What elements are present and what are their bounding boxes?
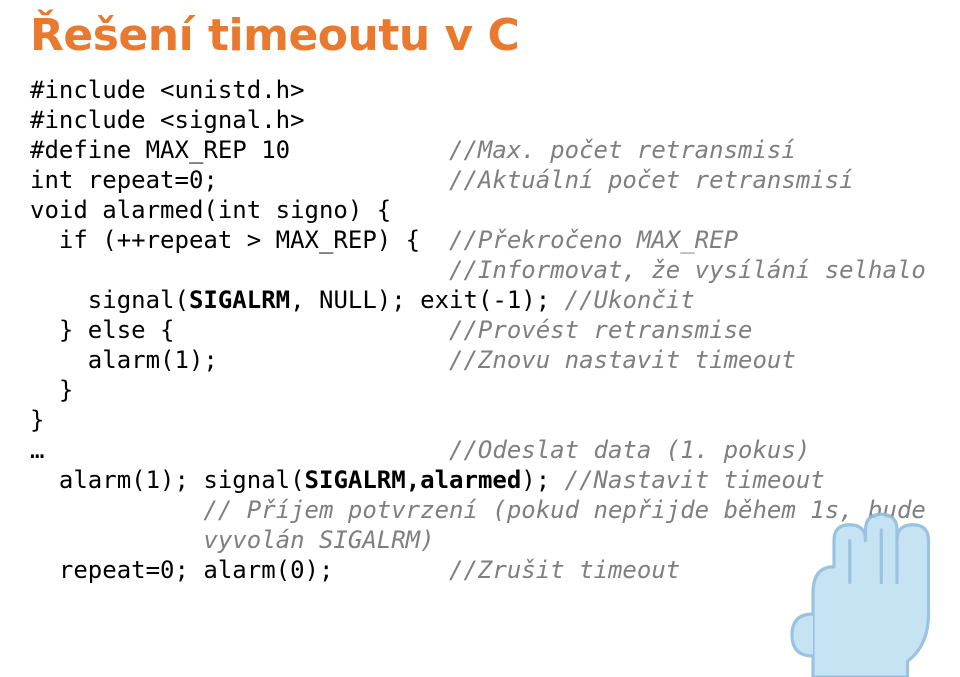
code-line: #define MAX_REP 10 [30,136,449,164]
hand-decoration-icon [750,467,960,677]
slide: Řešení timeoutu v C #include <unistd.h> … [0,0,960,677]
code-comment: //Znovu nastavit timeout [449,346,796,374]
code-line: int repeat=0; [30,166,449,194]
code-keyword: SIGALRM [189,286,290,314]
code-line: } else { [30,316,449,344]
code-comment: //Překročeno MAX_REP [449,226,738,254]
code-line: repeat=0; alarm(0); [30,556,449,584]
code-keyword: SIGALRM,alarmed [305,466,522,494]
code-comment: //Zrušit timeout [449,556,680,584]
code-line: alarm(1); signal( [30,466,305,494]
code-comment: //Aktuální počet retransmisí [449,166,854,194]
code-line: } [30,406,44,434]
code-comment: //Odeslat data (1. pokus) [449,436,810,464]
code-comment: //Ukončit [565,286,695,314]
code-line: #include <signal.h> [30,106,305,134]
code-line: … [30,436,449,464]
code-line: , NULL); exit(-1); [290,286,565,314]
code-line: alarm(1); [30,346,449,374]
code-comment: //Informovat, že vysílání selhalo [30,256,926,284]
code-line: } [30,376,73,404]
code-line: void alarmed(int signo) { [30,196,391,224]
code-comment: //Provést retransmise [449,316,752,344]
code-comment: //Max. počet retransmisí [449,136,796,164]
code-line: #include <unistd.h> [30,76,305,104]
slide-title: Řešení timeoutu v C [30,10,930,61]
code-line: ); [521,466,564,494]
code-line: if (++repeat > MAX_REP) { [30,226,449,254]
code-line: signal( [30,286,189,314]
